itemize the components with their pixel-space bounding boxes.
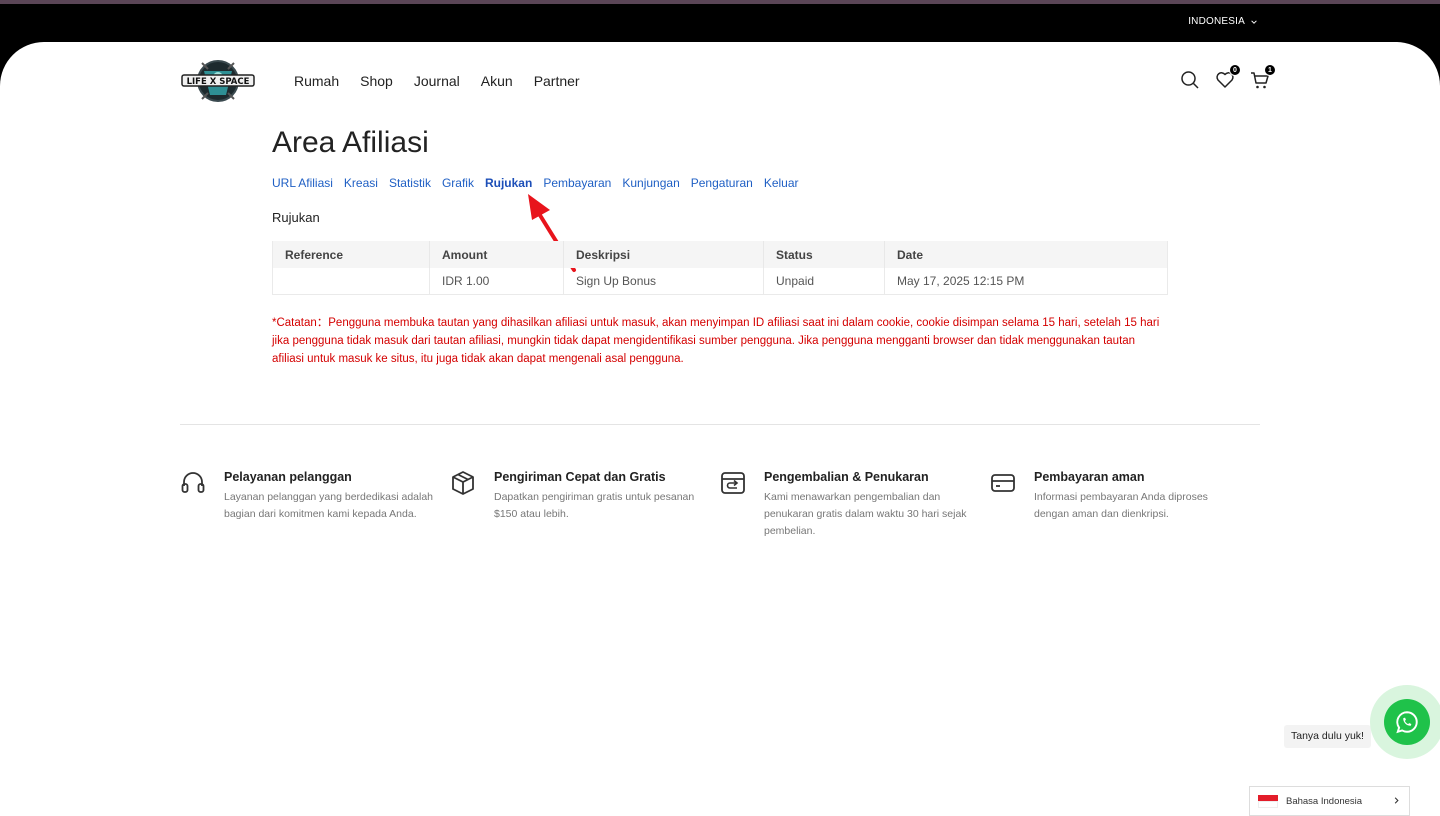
whatsapp-icon	[1396, 711, 1418, 734]
whatsapp-button[interactable]	[1384, 699, 1430, 745]
column-header-amount: Amount	[429, 241, 564, 268]
tab-keluar[interactable]: Keluar	[764, 176, 799, 190]
tab-rujukan[interactable]: Rujukan	[485, 176, 532, 190]
feature-title: Pelayanan pelanggan	[224, 470, 352, 484]
search-button[interactable]	[1180, 70, 1200, 90]
tab-statistik[interactable]: Statistik	[389, 176, 431, 190]
whatsapp-widget	[1370, 685, 1440, 759]
wishlist-count-badge: 0	[1229, 64, 1241, 76]
language-switcher[interactable]: Bahasa Indonesia	[1249, 786, 1410, 816]
cookie-note: *Catatan：Pengguna membuka tautan yang di…	[272, 317, 1160, 365]
tab-url-afiliasi[interactable]: URL Afiliasi	[272, 176, 333, 190]
return-icon	[720, 470, 746, 496]
box-icon	[450, 470, 476, 496]
table-header-row: Reference Amount Deskripsi Status Date	[272, 241, 1168, 268]
feature-text: Informasi pembayaran Anda diproses denga…	[1034, 491, 1208, 520]
logo-text: LIFE X SPACE	[187, 77, 250, 87]
tab-pengaturan[interactable]: Pengaturan	[691, 176, 753, 190]
header-icons: 0 1	[1180, 64, 1276, 90]
nav-item-shop[interactable]: Shop	[360, 73, 393, 89]
cart-button[interactable]: 1	[1250, 64, 1276, 90]
cell-reference	[272, 268, 430, 295]
cell-amount: IDR 1.00	[429, 268, 564, 295]
whatsapp-tooltip: Tanya dulu yuk!	[1284, 725, 1371, 748]
cell-date: May 17, 2025 12:15 PM	[884, 268, 1168, 295]
feature-item: Pembayaran aman Informasi pembayaran And…	[990, 468, 1260, 540]
card-icon	[990, 470, 1016, 496]
tab-kreasi[interactable]: Kreasi	[344, 176, 378, 190]
cell-deskripsi: Sign Up Bonus	[563, 268, 764, 295]
nav-item-journal[interactable]: Journal	[414, 73, 460, 89]
wishlist-button[interactable]: 0	[1215, 64, 1241, 90]
tab-grafik[interactable]: Grafik	[442, 176, 474, 190]
nav-item-akun[interactable]: Akun	[481, 73, 513, 89]
column-header-status: Status	[763, 241, 885, 268]
feature-list: Pelayanan pelanggan Layanan pelanggan ya…	[180, 468, 1260, 540]
feature-title: Pengiriman Cepat dan Gratis	[494, 470, 666, 484]
section-title: Rujukan	[272, 210, 320, 225]
page-sheet	[0, 42, 1440, 816]
headset-icon	[180, 470, 206, 496]
column-header-date: Date	[884, 241, 1168, 268]
top-bar: INDONESIA	[0, 4, 1440, 42]
column-header-deskripsi: Deskripsi	[563, 241, 764, 268]
search-icon	[1181, 71, 1199, 89]
chevron-down-icon	[1251, 19, 1257, 24]
feature-text: Dapatkan pengiriman gratis untuk pesanan…	[494, 491, 695, 520]
cell-status: Unpaid	[763, 268, 885, 295]
feature-item: Pengiriman Cepat dan Gratis Dapatkan pen…	[450, 468, 720, 540]
footer-divider	[180, 424, 1260, 425]
feature-text: Kami menawarkan pengembalian dan penukar…	[764, 491, 967, 537]
table-row: IDR 1.00 Sign Up Bonus Unpaid May 17, 20…	[272, 268, 1168, 295]
language-label: Bahasa Indonesia	[1286, 795, 1363, 807]
feature-item: Pelayanan pelanggan Layanan pelanggan ya…	[180, 468, 450, 540]
chevron-right-icon	[1394, 797, 1399, 804]
country-label: INDONESIA	[1188, 16, 1245, 27]
column-header-reference: Reference	[272, 241, 430, 268]
nav-item-partner[interactable]: Partner	[534, 73, 580, 89]
cart-count-badge: 1	[1264, 64, 1276, 76]
feature-title: Pengembalian & Penukaran	[764, 470, 929, 484]
site-logo[interactable]: LIFE X SPACE	[180, 55, 256, 107]
indonesia-flag-icon	[1258, 794, 1278, 808]
main-nav: Rumah Shop Journal Akun Partner	[294, 73, 580, 89]
feature-title: Pembayaran aman	[1034, 470, 1145, 484]
country-selector[interactable]: INDONESIA	[1188, 16, 1258, 27]
tab-pembayaran[interactable]: Pembayaran	[543, 176, 611, 190]
tab-kunjungan[interactable]: Kunjungan	[622, 176, 679, 190]
affiliate-tabs: URL Afiliasi Kreasi Statistik Grafik Ruj…	[272, 176, 799, 190]
referrals-table: Reference Amount Deskripsi Status Date I…	[272, 241, 1168, 295]
feature-item: Pengembalian & Penukaran Kami menawarkan…	[720, 468, 990, 540]
feature-text: Layanan pelanggan yang berdedikasi adala…	[224, 491, 434, 520]
nav-item-rumah[interactable]: Rumah	[294, 73, 339, 89]
page-title: Area Afiliasi	[272, 126, 429, 159]
